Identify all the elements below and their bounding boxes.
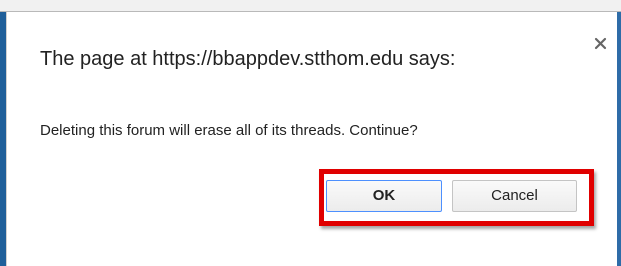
close-icon-glyph <box>594 37 607 50</box>
dialog-message: Deleting this forum will erase all of it… <box>40 122 418 139</box>
dialog-title: The page at https://bbappdev.stthom.edu … <box>40 48 456 70</box>
confirm-dialog: The page at https://bbappdev.stthom.edu … <box>6 12 617 266</box>
close-icon[interactable] <box>592 35 610 53</box>
browser-page: The page at https://bbappdev.stthom.edu … <box>0 0 621 266</box>
browser-frame-right-edge <box>617 12 621 266</box>
cancel-button[interactable]: Cancel <box>452 180 577 212</box>
browser-frame-top <box>0 0 621 12</box>
ok-button[interactable]: OK <box>326 180 442 212</box>
